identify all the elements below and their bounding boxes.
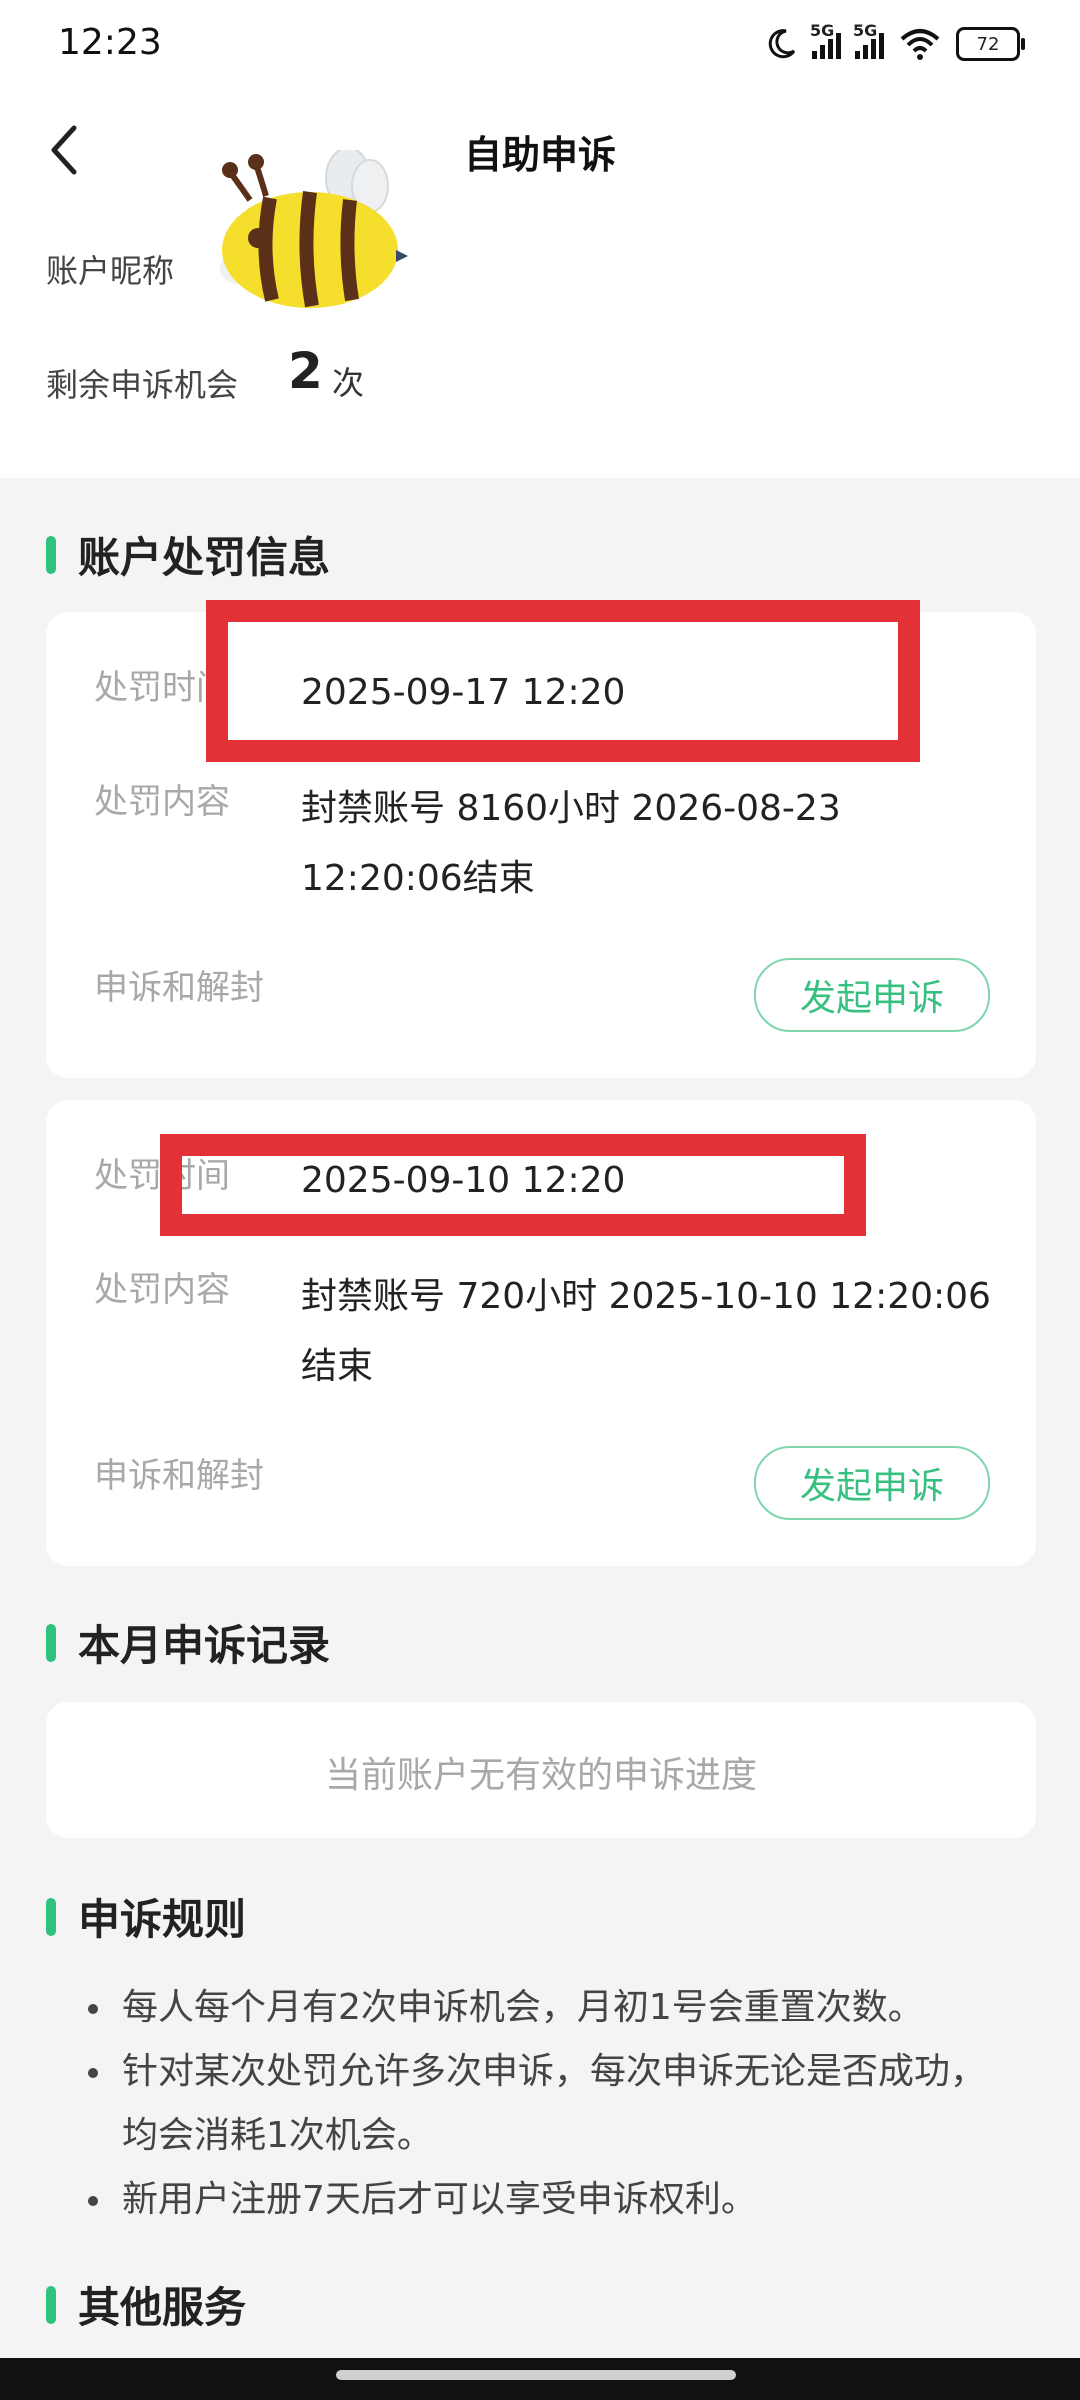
section-marker bbox=[46, 535, 56, 574]
status-icons: 5G 5G 72 bbox=[764, 21, 1025, 66]
page-title: 自助申诉 bbox=[463, 133, 616, 177]
penalty-content-label: 处罚内容 bbox=[94, 1270, 230, 1310]
penalty-content-value: 封禁账号 8160小时 2026-08-23 12:20:06结束 bbox=[301, 788, 841, 899]
section-title-other: 其他服务 bbox=[46, 2274, 246, 2335]
appeal-label: 申诉和解封 bbox=[94, 968, 264, 1008]
penalty-content-value: 封禁账号 720小时 2025-10-10 12:20:06结束 bbox=[301, 1276, 991, 1387]
section-title-rules: 申诉规则 bbox=[46, 1886, 246, 1947]
battery-icon: 72 bbox=[956, 27, 1025, 61]
section-marker bbox=[46, 1623, 56, 1662]
rules-list: 每人每个月有2次申诉机会，月初1号会重置次数。 针对某次处罚允许多次申诉，每次申… bbox=[80, 1976, 1020, 2232]
section-marker bbox=[46, 1897, 56, 1936]
section-marker bbox=[46, 2285, 56, 2324]
moon-icon bbox=[768, 29, 796, 59]
appeal-records-card: 当前账户无有效的申诉进度 bbox=[46, 1702, 1036, 1838]
nickname-label: 账户昵称 bbox=[46, 252, 175, 290]
list-item: 每人每个月有2次申诉机会，月初1号会重置次数。 bbox=[80, 1976, 1020, 2040]
start-appeal-button[interactable]: 发起申诉 bbox=[754, 1446, 990, 1520]
signal-icon: 5G bbox=[853, 21, 884, 59]
penalty-content-label: 处罚内容 bbox=[94, 782, 230, 822]
signal-icon: 5G bbox=[810, 21, 841, 59]
remaining-count: 2 bbox=[288, 342, 323, 400]
remaining-unit: 次 bbox=[332, 364, 365, 402]
section-title-monthly: 本月申诉记录 bbox=[46, 1612, 330, 1673]
list-item: 新用户注册7天后才可以享受申诉权利。 bbox=[80, 2168, 1020, 2232]
list-item: 针对某次处罚允许多次申诉，每次申诉无论是否成功，均会消耗1次机会。 bbox=[80, 2040, 1020, 2168]
start-appeal-button[interactable]: 发起申诉 bbox=[754, 958, 990, 1032]
battery-level: 72 bbox=[976, 33, 1000, 55]
appeal-label: 申诉和解封 bbox=[94, 1456, 264, 1496]
wifi-icon bbox=[900, 29, 940, 60]
highlight-box bbox=[206, 600, 920, 762]
bee-avatar[interactable] bbox=[210, 150, 410, 320]
header-area: 12:23 5G 5G 72 自助申诉 账户昵称 剩余申诉机会 2 次 bbox=[0, 0, 1080, 478]
empty-state-text: 当前账户无有效的申诉进度 bbox=[324, 1755, 757, 1796]
status-bar: 12:23 5G 5G 72 bbox=[0, 0, 1080, 90]
highlight-box bbox=[160, 1134, 866, 1236]
remaining-label: 剩余申诉机会 bbox=[46, 366, 239, 404]
system-nav-bar bbox=[0, 2358, 1080, 2400]
status-time: 12:23 bbox=[58, 22, 162, 63]
home-indicator[interactable] bbox=[336, 2370, 736, 2380]
section-title-penalty: 账户处罚信息 bbox=[46, 524, 330, 585]
